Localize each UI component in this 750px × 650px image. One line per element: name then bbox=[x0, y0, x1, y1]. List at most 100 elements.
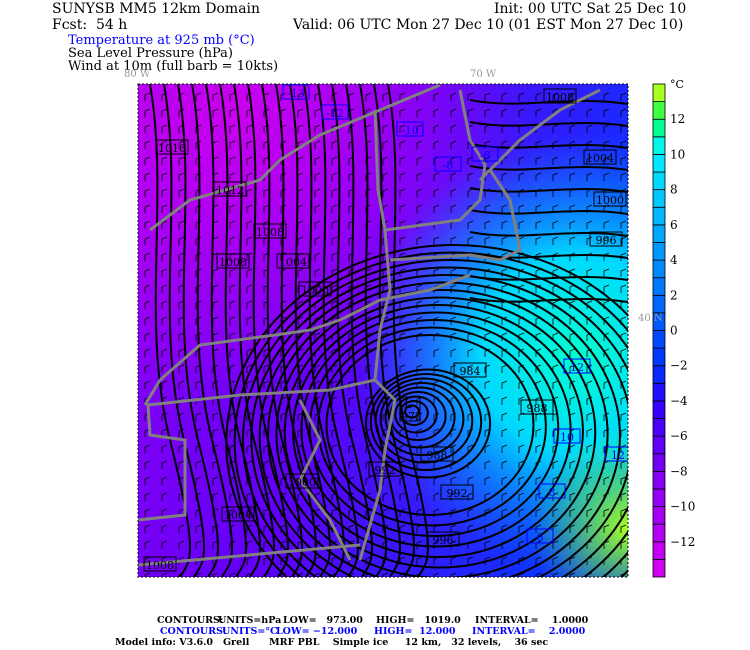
svg-text:-10: -10 bbox=[401, 124, 419, 137]
colorbar-tick-label: −10 bbox=[670, 500, 695, 514]
svg-text:988: 988 bbox=[427, 449, 448, 462]
svg-text:-8: -8 bbox=[443, 159, 454, 172]
model-title: SUNYSB MM5 12km Domain bbox=[52, 1, 261, 17]
temp-interval: INTERVAL= 2.0000 bbox=[472, 626, 586, 637]
svg-text:1004: 1004 bbox=[224, 509, 252, 522]
colorbar-tick-label: −2 bbox=[670, 359, 688, 373]
pressure-label: 1000 bbox=[593, 191, 627, 207]
svg-text:996: 996 bbox=[596, 234, 617, 247]
slp-low: LOW= 973.00 bbox=[283, 615, 363, 626]
pressure-label: 1008 bbox=[253, 223, 287, 239]
pressure-label: 1012 bbox=[213, 181, 247, 197]
svg-text:1000: 1000 bbox=[596, 194, 624, 207]
pressure-label: 1004 bbox=[583, 149, 617, 165]
colorbar-segment bbox=[652, 136, 666, 155]
low-symbol: L bbox=[404, 397, 412, 411]
colorbar-segment bbox=[652, 418, 666, 437]
svg-text:992: 992 bbox=[447, 487, 468, 500]
colorbar-segment bbox=[652, 83, 666, 103]
pressure-label: 1000 bbox=[285, 473, 319, 489]
colorbar-segment bbox=[652, 400, 666, 419]
svg-text:1000: 1000 bbox=[288, 476, 316, 489]
colorbar-segment bbox=[652, 365, 666, 384]
colorbar-tick-label: −12 bbox=[670, 535, 695, 549]
svg-text:-8: -8 bbox=[480, 149, 491, 162]
svg-text:1012: 1012 bbox=[216, 184, 244, 197]
temp-low: LOW= −12.000 bbox=[276, 626, 358, 637]
colorbar-segment bbox=[652, 470, 666, 490]
colorbar-tick-label: 12 bbox=[670, 112, 685, 126]
svg-text:8: 8 bbox=[549, 486, 556, 499]
lon-label-70w: 70 W bbox=[470, 69, 497, 80]
colorbar-segment bbox=[652, 171, 666, 191]
temp-high: HIGH= 12.000 bbox=[374, 626, 456, 637]
pressure-label: 1008 bbox=[216, 253, 250, 269]
colorbar: 12 10 8 6 4 2 0 −2 −4 −6 −8 −10 −12 bbox=[652, 83, 695, 578]
pressure-label: 1008 bbox=[143, 556, 177, 572]
forecast-hour: Fcst: 54 h bbox=[52, 17, 128, 33]
colorbar-segment bbox=[652, 347, 666, 367]
svg-text:12: 12 bbox=[570, 361, 584, 374]
colorbar-segment bbox=[652, 259, 666, 279]
lon-label-80w: 80 W bbox=[124, 69, 151, 80]
colorbar-segment bbox=[652, 435, 666, 455]
svg-text:10: 10 bbox=[560, 431, 574, 444]
svg-text:1004: 1004 bbox=[586, 152, 614, 165]
colorbar-tick-label: −6 bbox=[670, 429, 688, 443]
colorbar-segment bbox=[652, 154, 666, 173]
weather-map: 1016101210081008 100410001008100410009969… bbox=[137, 83, 695, 578]
temp-contour-label: CONTOURS: bbox=[160, 626, 227, 637]
pressure-label: 1000 bbox=[298, 281, 332, 297]
colorbar-segment bbox=[652, 523, 666, 543]
colorbar-segment bbox=[652, 382, 666, 402]
colorbar-tick-label: 10 bbox=[670, 147, 685, 161]
colorbar-segment bbox=[652, 277, 666, 296]
svg-text:1000: 1000 bbox=[301, 284, 329, 297]
colorbar-segment bbox=[652, 558, 666, 578]
pressure-label: 1008 bbox=[543, 88, 577, 104]
colorbar-segment bbox=[652, 541, 666, 560]
svg-text:-13: -13 bbox=[287, 87, 305, 100]
svg-text:1008: 1008 bbox=[256, 226, 284, 239]
temp-units: UNITS=°C bbox=[222, 626, 278, 637]
map-field: 1016101210081008 100410001008100410009969… bbox=[138, 84, 628, 577]
colorbar-tick-label: −4 bbox=[670, 394, 688, 408]
colorbar-tick-label: 8 bbox=[670, 183, 678, 197]
svg-text:1008: 1008 bbox=[146, 559, 174, 572]
colorbar-segment bbox=[652, 206, 666, 226]
svg-text:996: 996 bbox=[433, 534, 454, 547]
colorbar-segment bbox=[652, 453, 666, 472]
svg-text:1008: 1008 bbox=[219, 256, 247, 269]
colorbar-tick-label: 0 bbox=[670, 324, 678, 338]
colorbar-segment bbox=[652, 224, 666, 243]
colorbar-segment bbox=[652, 294, 666, 314]
svg-text:992: 992 bbox=[375, 464, 396, 477]
svg-text:1004: 1004 bbox=[279, 256, 307, 269]
pressure-label: 1004 bbox=[276, 253, 310, 269]
slp-units: UNITS=hPa bbox=[218, 615, 282, 626]
svg-text:1008: 1008 bbox=[546, 91, 574, 104]
svg-text:6: 6 bbox=[537, 531, 544, 544]
svg-text:12: 12 bbox=[611, 449, 625, 462]
pressure-label: 1004 bbox=[221, 506, 255, 522]
colorbar-tick-label: 2 bbox=[670, 288, 678, 302]
colorbar-segment bbox=[652, 118, 666, 138]
colorbar-tick-label: −8 bbox=[670, 464, 688, 478]
slp-high: HIGH= 1019.0 bbox=[376, 615, 461, 626]
slp-interval: INTERVAL= 1.0000 bbox=[475, 615, 589, 626]
slp-contour-label: CONTOURS: bbox=[157, 615, 224, 626]
low-pressure-value: 972 bbox=[401, 410, 422, 423]
colorbar-segment bbox=[652, 506, 666, 525]
colorbar-segment bbox=[652, 330, 666, 349]
colorbar-tick-label: 6 bbox=[670, 218, 678, 232]
init-time: Init: 00 UTC Sat 25 Dec 10 bbox=[494, 1, 687, 17]
svg-text:984: 984 bbox=[460, 365, 481, 378]
colorbar-tick-label: 4 bbox=[670, 253, 678, 267]
svg-text:988: 988 bbox=[527, 402, 548, 415]
colorbar-unit: °C bbox=[670, 78, 684, 91]
colorbar-segment bbox=[652, 189, 666, 208]
pressure-label: 1016 bbox=[155, 139, 189, 155]
colorbar-segment bbox=[652, 488, 666, 507]
valid-time: Valid: 06 UTC Mon 27 Dec 10 (01 EST Mon … bbox=[293, 17, 684, 33]
colorbar-segment bbox=[652, 101, 666, 120]
